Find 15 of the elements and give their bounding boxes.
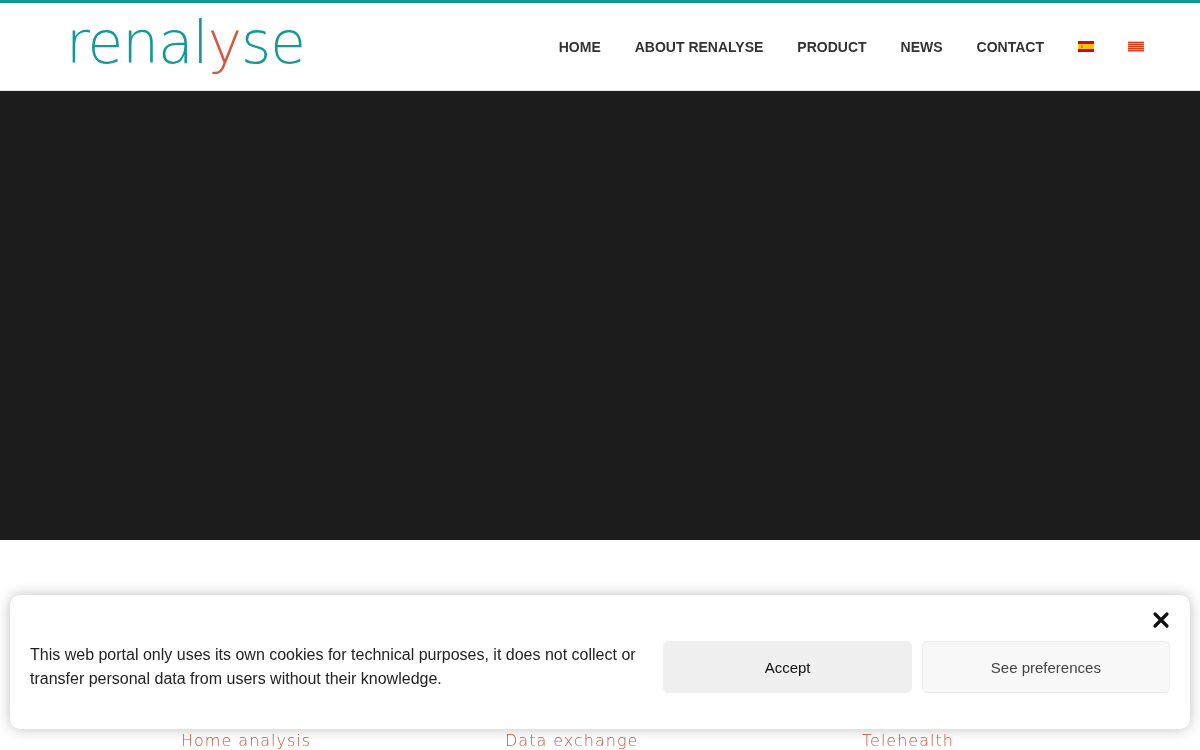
- nav-link[interactable]: HOME: [558, 38, 601, 55]
- nav-link[interactable]: NEWS: [900, 38, 943, 55]
- feature-title: Home analysis: [181, 731, 313, 750]
- close-icon[interactable]: [1152, 611, 1170, 629]
- feature-title: Telehealth: [862, 731, 954, 750]
- flag-icon[interactable]: [1128, 41, 1144, 52]
- flag-icon[interactable]: [1078, 41, 1094, 52]
- logo[interactable]: renalyse: [66, 13, 305, 72]
- nav-link[interactable]: CONTACT: [976, 38, 1044, 55]
- preferences-button[interactable]: See preferences: [921, 641, 1170, 693]
- accept-button[interactable]: Accept: [663, 641, 912, 693]
- feature-title: Data exchange: [505, 731, 640, 750]
- nav-link[interactable]: ABOUT RENALYSE: [634, 38, 764, 55]
- nav-link[interactable]: PRODUCT: [797, 38, 867, 55]
- cookie-message: This web portal only uses its own cookies for technical purposes, it does not collect or transfer personal data from users without their knowledge.: [30, 645, 637, 689]
